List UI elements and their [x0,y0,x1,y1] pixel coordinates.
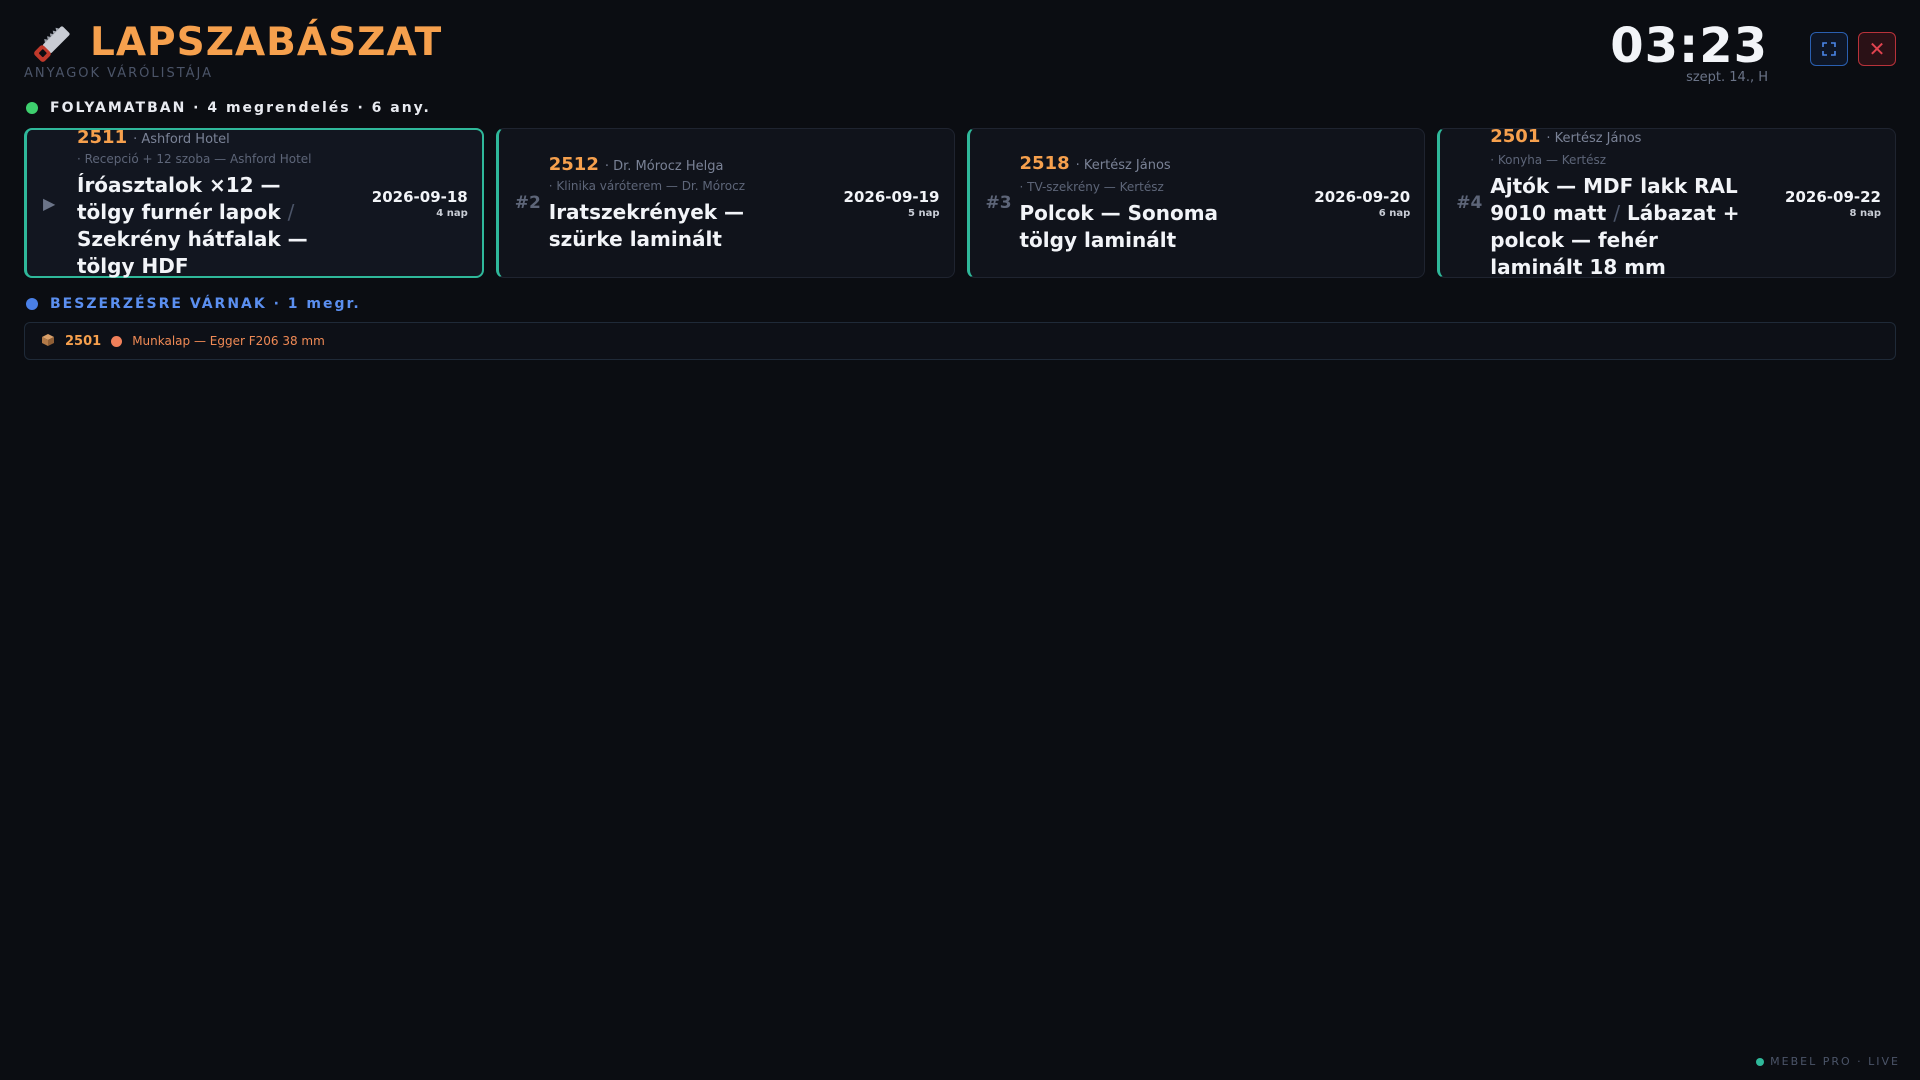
app-title: LAPSZABÁSZAT [90,20,443,65]
due-info: 2026-09-22 8 nap [1785,129,1881,277]
in-progress-heading: FOLYAMATBAN · 4 megrendelés · 6 any. [26,100,431,116]
due-info: 2026-09-20 6 nap [1314,129,1410,277]
awaiting-label: BESZERZÉSRE VÁRNAK · 1 megr. [50,296,361,312]
awaiting-order-id: 2501 [65,333,102,349]
awaiting-heading: BESZERZÉSRE VÁRNAK · 1 megr. [26,296,361,312]
order-id: 2511 [77,126,128,148]
saw-icon [30,22,74,66]
order-card[interactable]: #3 2518 · Kertész János · TV-szekrény — … [966,128,1426,278]
due-days: 5 nap [908,207,940,219]
order-detail: · Konyha — Kertész [1490,152,1607,167]
close-icon: ✕ [1868,37,1886,61]
rank-label: #4 [1456,193,1483,213]
due-date: 2026-09-19 [843,187,940,206]
awaiting-material: Munkalap — Egger F206 38 mm [132,334,325,348]
order-card[interactable]: #4 2501 · Kertész János · Konyha — Kerté… [1437,125,1896,279]
fullscreen-icon [1822,42,1836,56]
order-title: Polcok — Sonoma tölgy laminált [1019,200,1219,252]
order-detail: · Recepció + 12 szoba — Ashford Hotel [77,151,312,166]
play-icon: ▶ [43,193,56,213]
fullscreen-button[interactable] [1810,32,1848,66]
due-info: 2026-09-19 5 nap [844,129,940,277]
order-title: Ajtók — MDF lakk RAL 9010 matt / Lábazat… [1490,173,1740,279]
date-label: szept. 14., H [1686,70,1768,85]
order-detail: · TV-szekrény — Kertész [1019,179,1164,194]
order-id: 2501 [1490,125,1541,147]
app-subtitle: ANYAGOK VÁRÓLISTÁJA [24,66,214,81]
close-button[interactable]: ✕ [1858,32,1896,66]
rank-label: #2 [514,193,541,213]
customer-name: · Dr. Mórocz Helga [604,158,724,174]
status-dot-blue [26,298,38,310]
customer-name: · Kertész János [1546,130,1642,146]
in-progress-cards: ▶ 2511 · Ashford Hotel · Recepció + 12 s… [24,125,1896,279]
due-days: 8 nap [1849,207,1881,219]
footer-status: MEBEL PRO · LIVE [1756,1055,1900,1068]
header: LAPSZABÁSZAT ANYAGOK VÁRÓLISTÁJA 03:23 s… [24,18,1896,88]
status-dot-green [26,102,38,114]
order-id: 2512 [548,153,599,175]
rank-label: #3 [985,193,1012,213]
due-days: 4 nap [436,207,468,219]
due-info: 2026-09-18 4 nap [372,130,468,276]
due-days: 6 nap [1378,207,1411,219]
order-card[interactable]: #2 2512 · Dr. Mórocz Helga · Klinika vár… [495,128,955,278]
clock: 03:23 [1610,18,1768,74]
awaiting-row[interactable]: 2501 Munkalap — Egger F206 38 mm [24,322,1896,360]
customer-name: · Ashford Hotel [133,131,230,147]
order-detail: · Klinika váróterem — Dr. Mórocz [548,178,745,193]
box-icon [41,332,55,351]
order-title: Íróasztalok ×12 — tölgy furnér lapok / S… [77,172,308,278]
footer-label: MEBEL PRO · LIVE [1770,1055,1900,1068]
customer-name: · Kertész János [1075,157,1171,173]
order-id: 2518 [1019,152,1070,174]
due-date: 2026-09-20 [1314,187,1411,206]
status-dot-orange [111,335,123,347]
order-title: Iratszekrények — szürke laminált [548,199,745,251]
due-date: 2026-09-22 [1785,187,1881,206]
due-date: 2026-09-18 [371,187,468,206]
in-progress-label: FOLYAMATBAN · 4 megrendelés · 6 any. [50,100,431,116]
live-indicator [1756,1057,1765,1066]
order-card[interactable]: ▶ 2511 · Ashford Hotel · Recepció + 12 s… [24,126,484,278]
